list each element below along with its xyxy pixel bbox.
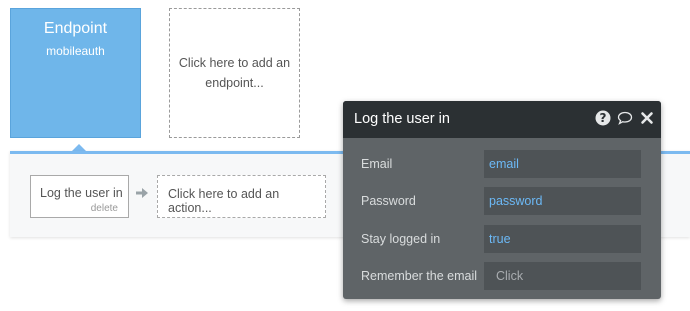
email-field[interactable]: email [484,150,641,178]
stay-logged-in-field[interactable]: true [484,225,641,253]
add-endpoint-label: Click here to add an endpoint... [178,56,291,90]
add-action-label: Click here to add an action... [168,187,280,215]
field-label: Password [361,194,416,208]
help-icon[interactable]: ? [595,110,611,126]
password-field[interactable]: password [484,187,641,215]
field-row-stay-logged-in: Stay logged in true [343,225,661,253]
action-card-log-user-in[interactable]: Log the user in delete [30,175,129,218]
svg-text:?: ? [600,111,607,125]
action-label: Log the user in [40,186,123,200]
add-endpoint-button[interactable]: Click here to add an endpoint... [169,8,300,138]
comment-icon[interactable] [617,110,633,126]
field-row-password: Password password [343,187,661,215]
field-row-remember-email: Remember the email Click [343,262,661,290]
close-icon[interactable] [639,110,655,126]
add-action-button[interactable]: Click here to add an action... [157,175,326,218]
arrow-right-icon [136,188,148,198]
remember-email-field[interactable]: Click [484,262,641,290]
property-editor-title: Log the user in [354,111,450,127]
delete-action-link[interactable]: delete [91,203,118,214]
selection-pointer [72,144,86,151]
property-editor-header[interactable]: Log the user in ? [343,101,661,138]
property-editor: Log the user in ? Email email Password p… [343,101,661,299]
endpoint-name: mobileauth [46,44,105,58]
endpoint-card[interactable]: Endpoint mobileauth [10,8,141,138]
field-label: Email [361,157,393,171]
endpoint-title: Endpoint [43,20,108,37]
field-row-email: Email email [343,150,661,178]
header-icons: ? [595,110,655,126]
field-label: Stay logged in [361,232,441,246]
field-label: Remember the email [361,269,478,283]
